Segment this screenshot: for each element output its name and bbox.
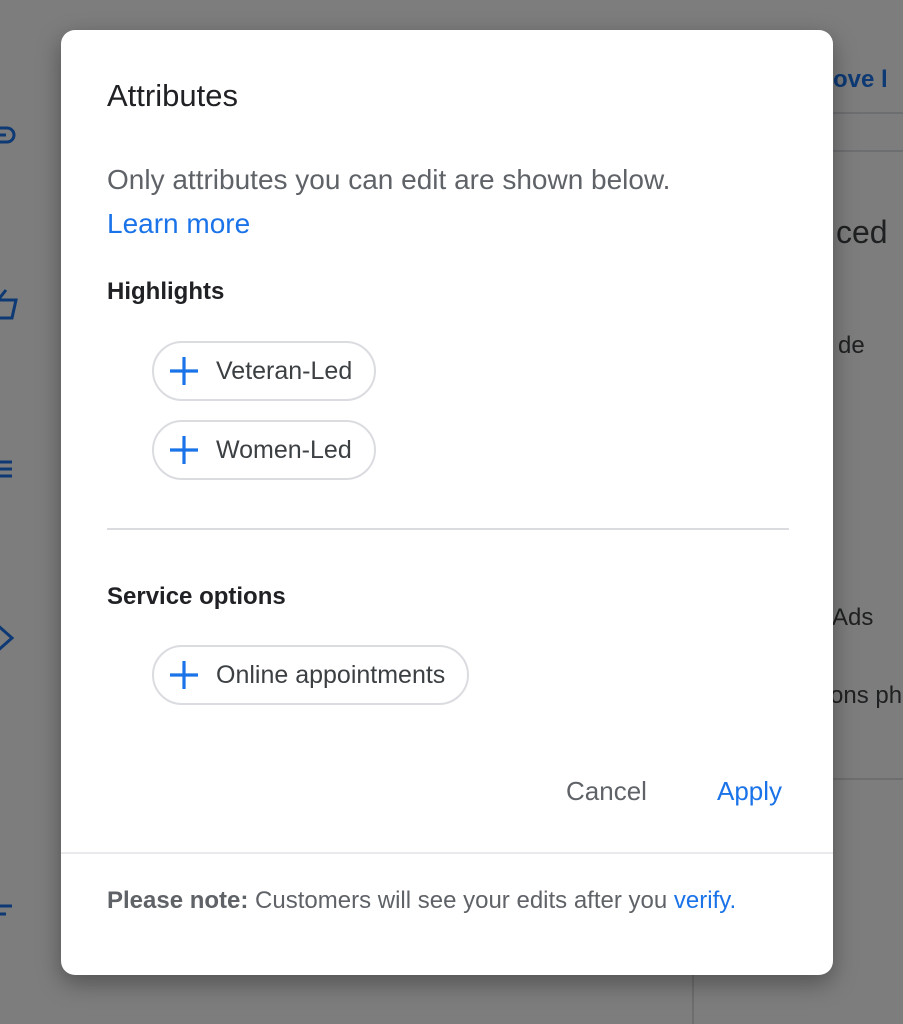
verification-note: Please note: Customers will see your edi… — [107, 885, 787, 916]
chip-veteran-led[interactable]: Veteran-Led — [152, 341, 377, 401]
service-options-heading: Service options — [107, 583, 286, 610]
plus-icon — [166, 657, 202, 693]
note-prefix: Please note: — [107, 887, 249, 914]
note-text: Customers will see your edits after you — [248, 887, 674, 914]
plus-icon — [166, 353, 202, 389]
attributes-dialog: Attributes Only attributes you can edit … — [61, 30, 833, 975]
plus-icon — [166, 432, 202, 468]
chip-online-appointments[interactable]: Online appointments — [152, 645, 470, 705]
footer-divider — [61, 852, 833, 854]
learn-more-link[interactable]: Learn more — [107, 208, 250, 240]
apply-button[interactable]: Apply — [717, 776, 782, 807]
highlights-heading: Highlights — [107, 278, 225, 305]
chip-label: Online appointments — [216, 660, 446, 689]
cancel-button[interactable]: Cancel — [566, 776, 647, 807]
chip-label: Women-Led — [216, 435, 352, 464]
dialog-description: Only attributes you can edit are shown b… — [107, 164, 671, 195]
chip-label: Veteran-Led — [216, 356, 353, 385]
chip-women-led[interactable]: Women-Led — [152, 420, 376, 480]
dialog-title: Attributes — [107, 78, 238, 113]
section-divider — [107, 528, 789, 530]
verify-link[interactable]: verify. — [674, 887, 736, 914]
